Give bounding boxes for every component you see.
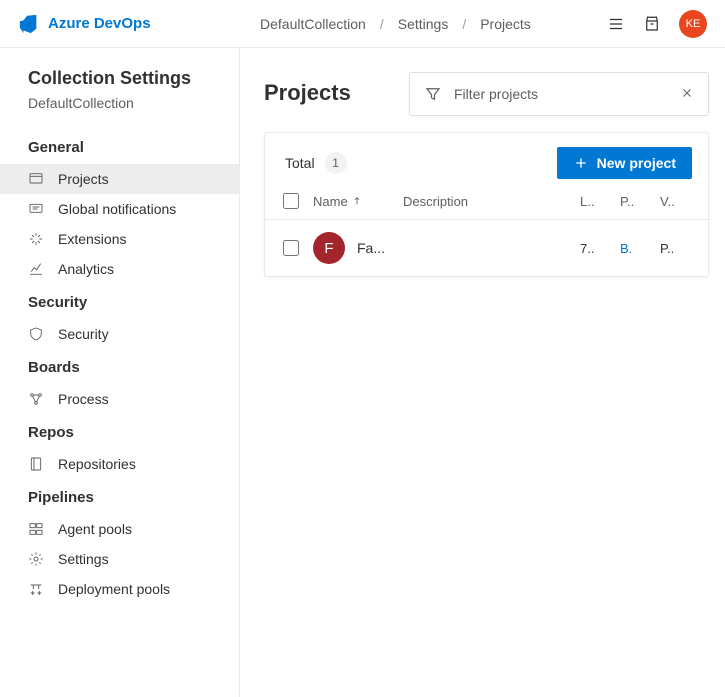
breadcrumbs: DefaultCollection / Settings / Projects xyxy=(240,16,607,32)
nav-item-deployment-pools[interactable]: Deployment pools xyxy=(0,574,239,604)
filter-box xyxy=(409,72,709,116)
filter-icon xyxy=(424,85,442,103)
nav-label: Projects xyxy=(58,171,109,187)
sidebar-subtitle: DefaultCollection xyxy=(0,95,239,129)
deployment-pools-icon xyxy=(28,581,44,597)
project-avatar: F xyxy=(313,232,345,264)
breadcrumb-separator: / xyxy=(462,16,466,32)
nav-label: Agent pools xyxy=(58,521,132,537)
row-checkbox[interactable] xyxy=(283,240,299,256)
filter-close-icon[interactable] xyxy=(680,86,694,103)
brand-label: Azure DevOps xyxy=(48,15,151,32)
select-all-checkbox[interactable] xyxy=(283,193,299,209)
col-header-last[interactable]: L.. xyxy=(580,194,620,209)
topbar: Azure DevOps DefaultCollection / Setting… xyxy=(0,0,725,48)
nav-item-extensions[interactable]: Extensions xyxy=(0,224,239,254)
col-header-visibility[interactable]: V.. xyxy=(660,194,700,209)
nav-group-repos: Repos xyxy=(0,414,239,449)
table-row[interactable]: F Fa... 7.. B. P.. xyxy=(265,219,708,276)
nav-label: Global notifications xyxy=(58,201,176,217)
analytics-icon xyxy=(28,261,44,277)
top-icons: KE xyxy=(607,10,715,38)
plus-icon xyxy=(573,155,589,171)
projects-table: Name Description L.. P.. V.. F Fa... 7. xyxy=(265,189,708,276)
nav-label: Analytics xyxy=(58,261,114,277)
filter-input[interactable] xyxy=(454,86,668,102)
project-process[interactable]: B. xyxy=(620,241,660,256)
nav-label: Deployment pools xyxy=(58,581,170,597)
new-project-button[interactable]: New project xyxy=(557,147,692,179)
brand[interactable]: Azure DevOps xyxy=(10,13,240,35)
new-project-label: New project xyxy=(597,155,676,171)
nav-item-analytics[interactable]: Analytics xyxy=(0,254,239,284)
project-visibility: P.. xyxy=(660,241,700,256)
main-content: Projects Total 1 New project xyxy=(240,48,725,697)
nav-label: Repositories xyxy=(58,456,136,472)
nav-group-general: General xyxy=(0,129,239,164)
azure-devops-logo-icon xyxy=(18,13,40,35)
agent-pools-icon xyxy=(28,521,44,537)
shield-icon xyxy=(28,326,44,342)
project-last: 7.. xyxy=(580,241,620,256)
extensions-icon xyxy=(28,231,44,247)
nav-label: Security xyxy=(58,326,109,342)
nav-item-notifications[interactable]: Global notifications xyxy=(0,194,239,224)
project-name: Fa... xyxy=(357,240,385,256)
list-icon[interactable] xyxy=(607,15,625,33)
market-icon[interactable] xyxy=(643,15,661,33)
breadcrumb-settings[interactable]: Settings xyxy=(398,16,449,32)
table-header: Name Description L.. P.. V.. xyxy=(265,189,708,219)
nav-item-repositories[interactable]: Repositories xyxy=(0,449,239,479)
notifications-icon xyxy=(28,201,44,217)
nav-item-security[interactable]: Security xyxy=(0,319,239,349)
total-label: Total xyxy=(285,155,315,171)
nav-label: Settings xyxy=(58,551,109,567)
col-header-name[interactable]: Name xyxy=(313,194,403,209)
nav-label: Extensions xyxy=(58,231,126,247)
repo-icon xyxy=(28,456,44,472)
page-title: Projects xyxy=(264,72,351,106)
projects-icon xyxy=(28,171,44,187)
sort-asc-icon xyxy=(352,196,362,206)
nav-item-agent-pools[interactable]: Agent pools xyxy=(0,514,239,544)
sidebar-title: Collection Settings xyxy=(0,68,239,95)
nav-item-settings[interactable]: Settings xyxy=(0,544,239,574)
nav-group-security: Security xyxy=(0,284,239,319)
gear-icon xyxy=(28,551,44,567)
sidebar: Collection Settings DefaultCollection Ge… xyxy=(0,48,240,697)
nav-group-pipelines: Pipelines xyxy=(0,479,239,514)
nav-group-boards: Boards xyxy=(0,349,239,384)
col-header-description[interactable]: Description xyxy=(403,194,580,209)
col-header-process[interactable]: P.. xyxy=(620,194,660,209)
process-icon xyxy=(28,391,44,407)
breadcrumb-collection[interactable]: DefaultCollection xyxy=(260,16,366,32)
nav-label: Process xyxy=(58,391,109,407)
nav-item-projects[interactable]: Projects xyxy=(0,164,239,194)
breadcrumb-separator: / xyxy=(380,16,384,32)
nav-item-process[interactable]: Process xyxy=(0,384,239,414)
user-avatar[interactable]: KE xyxy=(679,10,707,38)
total-count-badge: 1 xyxy=(325,152,347,174)
breadcrumb-projects[interactable]: Projects xyxy=(480,16,531,32)
projects-card: Total 1 New project Name Description L.. xyxy=(264,132,709,277)
